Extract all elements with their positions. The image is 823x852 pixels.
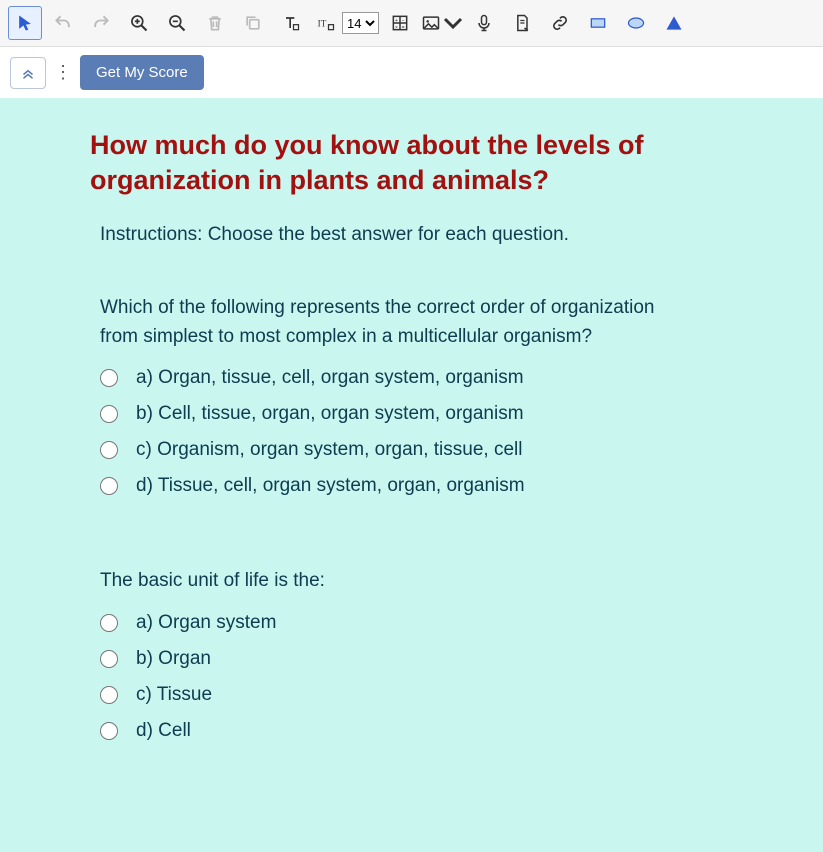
pointer-tool[interactable] [8,6,42,40]
ellipse-shape-button[interactable] [619,6,653,40]
rectangle-icon [588,13,608,33]
more-menu[interactable]: ⋮ [54,62,72,83]
font-size-select[interactable]: 14 [342,12,379,34]
copy-icon [243,13,263,33]
image-button[interactable] [421,6,463,40]
dots-vertical-icon: ⋮ [54,62,72,82]
option-c: c) Organism, organ system, organ, tissue… [100,439,733,461]
option-c: c) Tissue [100,684,733,706]
worksheet-instructions: Instructions: Choose the best answer for… [90,224,733,246]
microphone-button[interactable] [467,6,501,40]
option-label: b) Cell, tissue, organ, organ system, or… [136,403,524,425]
table-button[interactable]: +−× = [383,6,417,40]
undo-button[interactable] [46,6,80,40]
collapse-button[interactable] [10,57,46,89]
redo-icon [91,13,111,33]
options-list: a) Organ, tissue, cell, organ system, or… [100,367,733,497]
svg-text:IT: IT [318,18,327,28]
question-block-2: The basic unit of life is the: a) Organ … [90,567,733,742]
option-radio[interactable] [100,477,118,495]
text-single-icon [281,13,301,33]
text-multi-button[interactable]: IT [312,6,340,40]
zoom-out-button[interactable] [160,6,194,40]
question-text: The basic unit of life is the: [100,567,660,596]
subbar: ⋮ Get My Score [0,47,823,98]
image-icon [421,13,441,33]
svg-text:=: = [402,25,405,31]
document-button[interactable] [505,6,539,40]
option-a: a) Organ, tissue, cell, organ system, or… [100,367,733,389]
option-radio[interactable] [100,369,118,387]
text-multi-icon: IT [316,13,336,33]
option-radio[interactable] [100,614,118,632]
toolbar: IT 14 +−× = [0,0,823,47]
option-radio[interactable] [100,650,118,668]
zoom-in-icon [129,13,149,33]
svg-text:×: × [395,25,398,31]
triangle-shape-button[interactable] [657,6,691,40]
worksheet-title: How much do you know about the levels of… [90,128,733,198]
zoom-in-button[interactable] [122,6,156,40]
undo-icon [53,13,73,33]
option-radio[interactable] [100,441,118,459]
chevron-down-icon [443,13,463,33]
worksheet: How much do you know about the levels of… [0,98,823,852]
zoom-out-icon [167,13,187,33]
ellipse-icon [626,13,646,33]
option-d: d) Cell [100,720,733,742]
option-label: a) Organ, tissue, cell, organ system, or… [136,367,524,389]
option-label: b) Organ [136,648,211,670]
option-label: d) Cell [136,720,191,742]
document-icon [512,13,532,33]
options-list: a) Organ system b) Organ c) Tissue d) Ce… [100,612,733,742]
trash-icon [205,13,225,33]
redo-button[interactable] [84,6,118,40]
option-d: d) Tissue, cell, organ system, organ, or… [100,475,733,497]
microphone-icon [474,13,494,33]
option-radio[interactable] [100,405,118,423]
link-button[interactable] [543,6,577,40]
font-size-group: IT 14 [312,6,379,40]
option-label: c) Organism, organ system, organ, tissue… [136,439,522,461]
question-text: Which of the following represents the co… [100,294,660,351]
triangle-icon [664,13,684,33]
option-b: b) Cell, tissue, organ, organ system, or… [100,403,733,425]
table-icon: +−× = [390,13,410,33]
option-b: b) Organ [100,648,733,670]
rectangle-shape-button[interactable] [581,6,615,40]
option-label: d) Tissue, cell, organ system, organ, or… [136,475,525,497]
option-a: a) Organ system [100,612,733,634]
option-radio[interactable] [100,722,118,740]
option-radio[interactable] [100,686,118,704]
get-score-button[interactable]: Get My Score [80,55,204,90]
link-icon [550,13,570,33]
question-block-1: Which of the following represents the co… [90,294,733,497]
chevron-double-up-icon [19,64,37,82]
option-label: c) Tissue [136,684,212,706]
svg-text:−: − [402,18,405,24]
cursor-icon [15,13,35,33]
delete-button[interactable] [198,6,232,40]
text-single-button[interactable] [274,6,308,40]
duplicate-button[interactable] [236,6,270,40]
svg-text:+: + [395,18,398,24]
option-label: a) Organ system [136,612,276,634]
